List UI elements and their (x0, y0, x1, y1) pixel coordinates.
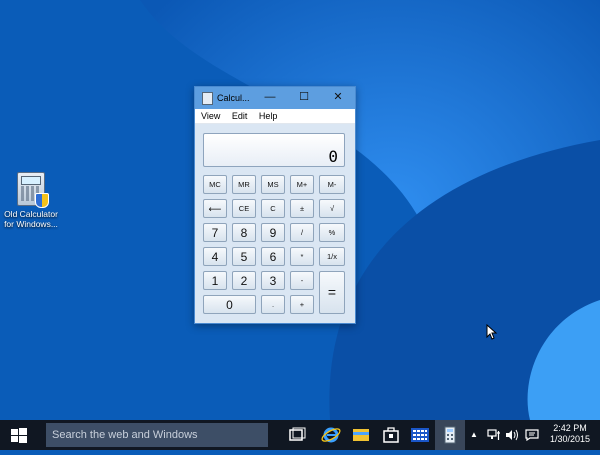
close-button[interactable]: ✕ (325, 87, 351, 109)
windows-logo-icon (11, 428, 27, 443)
key-2[interactable]: 2 (232, 271, 256, 290)
key-9[interactable]: 9 (261, 223, 285, 242)
taskbar-pinned-app[interactable] (405, 420, 435, 450)
network-icon[interactable] (487, 429, 501, 441)
key-m-minus[interactable]: M- (319, 175, 345, 194)
key-sqrt[interactable]: √ (319, 199, 345, 218)
volume-icon[interactable] (505, 429, 519, 441)
window-title: Calcul... (217, 93, 250, 103)
taskbar-calculator[interactable] (435, 420, 465, 450)
menu-help[interactable]: Help (259, 111, 278, 121)
taskbar-internet-explorer[interactable] (316, 420, 346, 450)
key-backspace[interactable]: ⟵ (203, 199, 227, 218)
task-view-button[interactable] (282, 420, 312, 450)
taskbar: Search the web and Windows ▲ 2:42 PM 1/3… (0, 420, 600, 450)
menu-bar: View Edit Help (195, 109, 355, 124)
calculator-icon (444, 426, 456, 444)
old-calculator-desktop-icon[interactable]: Old Calculator for Windows... (0, 172, 62, 229)
key-6[interactable]: 6 (261, 247, 285, 266)
key-mc[interactable]: MC (203, 175, 227, 194)
calculator-icon (17, 172, 49, 208)
action-center-icon[interactable] (525, 429, 539, 441)
key-reciprocal[interactable]: 1/x (319, 247, 345, 266)
key-1[interactable]: 1 (203, 271, 227, 290)
key-8[interactable]: 8 (232, 223, 256, 242)
app-grid-icon (411, 428, 429, 442)
menu-edit[interactable]: Edit (232, 111, 248, 121)
clock-time: 2:42 PM (553, 423, 587, 433)
key-m-plus[interactable]: M+ (290, 175, 314, 194)
key-decimal[interactable]: . (261, 295, 285, 314)
key-ce[interactable]: CE (232, 199, 256, 218)
start-button[interactable] (0, 420, 38, 450)
system-clock[interactable]: 2:42 PM 1/30/2015 (550, 423, 590, 445)
key-divide[interactable]: / (290, 223, 314, 242)
key-percent[interactable]: % (319, 223, 345, 242)
key-7[interactable]: 7 (203, 223, 227, 242)
folder-icon (353, 429, 369, 441)
calculator-app-icon (202, 92, 213, 105)
key-c[interactable]: C (261, 199, 285, 218)
key-5[interactable]: 5 (232, 247, 256, 266)
calculator-display: 0 (203, 133, 345, 167)
task-view-icon (289, 427, 306, 441)
minimize-button[interactable]: — (257, 87, 283, 109)
search-box[interactable]: Search the web and Windows (46, 423, 268, 447)
key-add[interactable]: + (290, 295, 314, 314)
calculator-window: Calcul... — ☐ ✕ View Edit Help 0 MC MR M… (194, 86, 356, 324)
key-3[interactable]: 3 (261, 271, 285, 290)
key-plus-minus[interactable]: ± (290, 199, 314, 218)
taskbar-file-explorer[interactable] (346, 420, 376, 450)
menu-view[interactable]: View (201, 111, 220, 121)
clock-date: 1/30/2015 (549, 434, 590, 444)
uac-shield-icon (35, 193, 49, 208)
internet-explorer-icon (321, 427, 341, 443)
key-subtract[interactable]: - (290, 271, 314, 290)
show-hidden-icons-button[interactable]: ▲ (470, 430, 478, 439)
window-titlebar[interactable]: Calcul... — ☐ ✕ (195, 87, 355, 109)
key-0[interactable]: 0 (203, 295, 256, 314)
desktop-icon-label: Old Calculator for Windows... (4, 209, 58, 229)
key-ms[interactable]: MS (261, 175, 285, 194)
mouse-pointer-icon (486, 324, 498, 340)
maximize-button[interactable]: ☐ (291, 87, 317, 109)
key-mr[interactable]: MR (232, 175, 256, 194)
key-multiply[interactable]: * (290, 247, 314, 266)
key-4[interactable]: 4 (203, 247, 227, 266)
store-bag-icon (383, 427, 399, 443)
taskbar-store[interactable] (376, 420, 406, 450)
key-equals[interactable]: = (319, 271, 345, 314)
